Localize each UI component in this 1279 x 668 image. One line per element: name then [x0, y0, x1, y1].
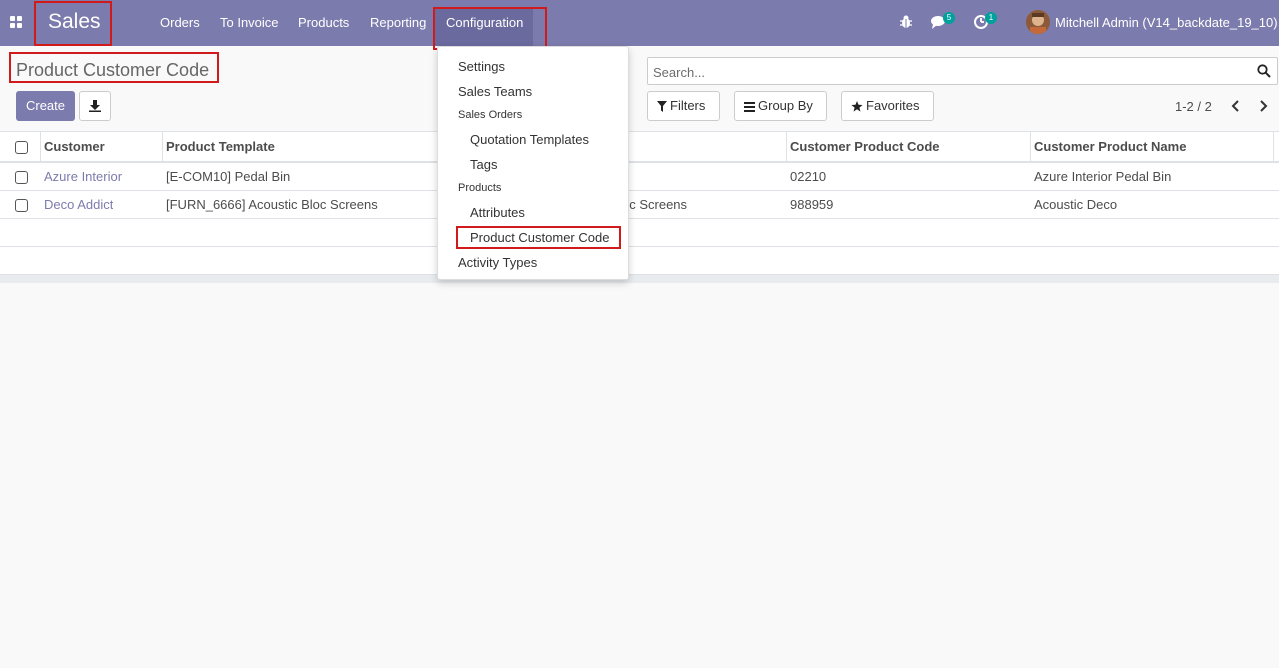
activities-count-badge: 1 — [985, 12, 997, 24]
dropdown-item-settings[interactable]: Settings — [458, 59, 505, 74]
group-by-label: Group By — [758, 98, 813, 113]
top-navbar: Sales Orders To Invoice Products Reporti… — [0, 0, 1279, 46]
table-row[interactable]: Deco Addict [FURN_6666] Acoustic Bloc Sc… — [0, 191, 1279, 219]
list-view: Customer Product Template Customer Produ… — [0, 131, 1279, 283]
cell-customer-product-name: Acoustic Deco — [1034, 197, 1118, 212]
user-menu[interactable]: Mitchell Admin (V14_backdate_19_10) — [1055, 15, 1278, 30]
filter-icon — [657, 101, 667, 112]
filters-button[interactable]: Filters — [647, 91, 720, 121]
chevron-left-icon[interactable] — [1230, 99, 1242, 113]
header-customer-product-code[interactable]: Customer Product Code — [790, 132, 940, 161]
dropdown-item-attributes[interactable]: Attributes — [470, 205, 525, 220]
menu-to-invoice[interactable]: To Invoice — [220, 15, 279, 30]
user-avatar[interactable] — [1026, 10, 1050, 34]
cell-customer[interactable]: Azure Interior — [44, 163, 122, 190]
header-customer-product-name[interactable]: Customer Product Name — [1034, 132, 1186, 161]
table-row[interactable]: Azure Interior [E-COM10] Pedal Bin 02210… — [0, 163, 1279, 191]
messages-count-badge: 5 — [943, 12, 955, 24]
cell-product-template: [E-COM10] Pedal Bin — [166, 169, 291, 184]
search-icon[interactable] — [1257, 64, 1271, 78]
cell-product-template: [FURN_6666] Acoustic Bloc Screens — [166, 197, 378, 212]
apps-grid-icon[interactable] — [10, 16, 23, 28]
configuration-highlight — [433, 7, 547, 50]
dropdown-item-sales-teams[interactable]: Sales Teams — [458, 84, 532, 99]
cell-customer-product-name: Azure Interior Pedal Bin — [1034, 169, 1172, 184]
cell-customer-product-code: 988959 — [790, 197, 834, 212]
create-button[interactable]: Create — [16, 91, 75, 121]
group-by-icon — [744, 102, 755, 112]
download-icon — [89, 100, 101, 112]
brand-highlight — [34, 1, 112, 46]
row-checkbox[interactable] — [15, 171, 28, 184]
favorites-label: Favorites — [866, 98, 920, 113]
select-all-checkbox[interactable] — [15, 141, 28, 154]
cell-product-variant: oc Screens — [622, 197, 688, 212]
product-customer-code-highlight — [456, 226, 621, 249]
search-input[interactable] — [653, 63, 1243, 81]
cell-customer[interactable]: Deco Addict — [44, 191, 113, 218]
download-button[interactable] — [79, 91, 111, 121]
menu-products[interactable]: Products — [298, 15, 349, 30]
dropdown-item-tags[interactable]: Tags — [470, 157, 497, 172]
star-icon — [851, 101, 863, 112]
row-checkbox[interactable] — [15, 199, 28, 212]
dropdown-item-quotation-templates[interactable]: Quotation Templates — [470, 132, 589, 147]
menu-reporting[interactable]: Reporting — [370, 15, 426, 30]
cell-customer-product-code: 02210 — [790, 169, 827, 184]
empty-row — [0, 247, 1279, 275]
dropdown-item-activity-types[interactable]: Activity Types — [458, 255, 537, 270]
chevron-right-icon[interactable] — [1257, 99, 1269, 113]
list-footer — [0, 275, 1279, 283]
filters-label: Filters — [670, 98, 706, 113]
dropdown-header-products: Products — [458, 182, 502, 194]
table-header-row: Customer Product Template Customer Produ… — [0, 132, 1279, 163]
search-bar — [647, 57, 1278, 85]
page-title-highlight — [9, 52, 219, 83]
bug-icon[interactable] — [897, 13, 915, 31]
pager-value[interactable]: 1-2 / 2 — [1175, 99, 1212, 114]
menu-orders[interactable]: Orders — [160, 15, 200, 30]
group-by-button[interactable]: Group By — [734, 91, 827, 121]
header-customer[interactable]: Customer — [44, 132, 105, 161]
header-product-template[interactable]: Product Template — [166, 132, 275, 161]
favorites-button[interactable]: Favorites — [841, 91, 934, 121]
empty-row — [0, 219, 1279, 247]
dropdown-header-sales-orders: Sales Orders — [458, 109, 523, 121]
